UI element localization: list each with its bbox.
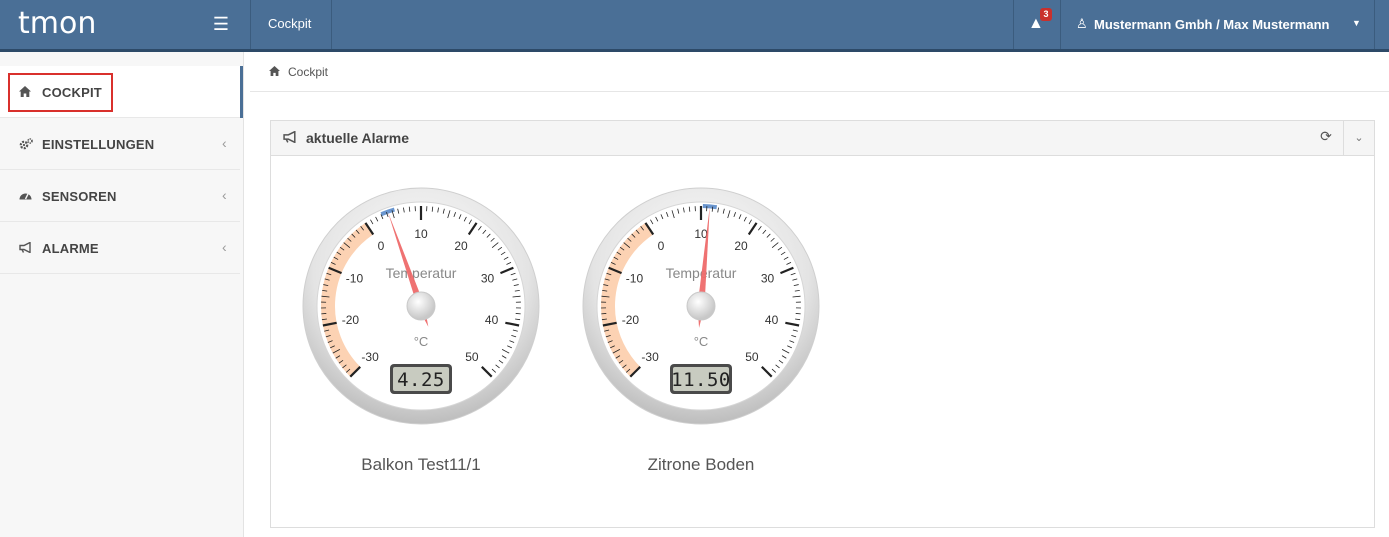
alarms-panel: aktuelle Alarme ⟳ ⌄ -30 -20 -10 0 10 20 30 40 50… [270, 120, 1375, 528]
user-menu-button[interactable]: ♙ Mustermann Gmbh / Max Mustermann ▼ [1062, 0, 1374, 49]
needle-knob [686, 291, 716, 321]
user-icon: ♙ [1076, 16, 1088, 31]
home-icon[interactable] [269, 66, 280, 79]
sidebar-item-label: SENSOREN [42, 189, 117, 204]
sidebar-item-label: COCKPIT [42, 85, 102, 100]
logo-text: tmon [18, 6, 97, 41]
top-navbar: tmon ☰ Cockpit ▲ 3 ♙ Mustermann Gmbh / M… [0, 0, 1389, 52]
tick-label: 40 [485, 313, 499, 327]
user-label: Mustermann Gmbh / Max Mustermann [1094, 17, 1330, 32]
divider [331, 0, 332, 49]
sidebar: COCKPIT EINSTELLUNGEN ‹ SENSOREN ‹ ALARM… [0, 52, 244, 537]
tick-label: 50 [745, 350, 759, 364]
sidebar-item-alarme[interactable]: ALARME ‹ [0, 222, 240, 274]
needle-knob [406, 291, 436, 321]
caret-down-icon: ▼ [1352, 18, 1361, 28]
divider [1013, 0, 1014, 49]
bullhorn-icon [19, 241, 33, 255]
sidebar-item-cockpit[interactable]: COCKPIT [0, 66, 240, 118]
tick-label: 50 [465, 350, 479, 364]
home-icon [19, 86, 31, 99]
gauge-unit: °C [694, 334, 709, 349]
divider [1060, 0, 1061, 49]
gauge-label: Balkon Test11/1 [361, 455, 481, 474]
divider [1374, 0, 1375, 49]
tick-label: -30 [361, 350, 379, 364]
tick-label: 0 [378, 239, 385, 253]
sidebar-item-sensoren[interactable]: SENSOREN ‹ [0, 170, 240, 222]
tick-label: -20 [622, 313, 640, 327]
tick-label: -10 [346, 271, 364, 285]
tick-label: -20 [342, 313, 360, 327]
gears-icon [19, 138, 33, 152]
tick-label: 0 [658, 239, 665, 253]
tick-label: -10 [626, 271, 644, 285]
gauge-title: Temperatur [386, 265, 457, 281]
temperature-gauge: -30 -20 -10 0 10 20 30 40 50 Temperatur °C 4.25 [302, 187, 540, 425]
dashboard-icon [19, 190, 32, 203]
alerts-badge: 3 [1040, 8, 1052, 21]
breadcrumb-item[interactable]: Cockpit [288, 65, 328, 79]
alerts-button[interactable]: ▲ 3 [1016, 0, 1060, 49]
sidebar-item-einstellungen[interactable]: EINSTELLUNGEN ‹ [0, 118, 240, 170]
divider [250, 0, 251, 49]
tick-label: 30 [481, 271, 495, 285]
sidebar-item-label: ALARME [42, 241, 99, 256]
sidebar-item-label: EINSTELLUNGEN [42, 137, 155, 152]
sidebar-scrollbar[interactable] [240, 66, 243, 118]
tick-label: 30 [761, 271, 775, 285]
breadcrumb: Cockpit [250, 52, 1389, 92]
page-title: Cockpit [268, 16, 312, 31]
collapse-button[interactable]: ⌄ [1343, 121, 1374, 156]
hamburger-icon[interactable]: ☰ [210, 13, 232, 35]
tick-label: -30 [641, 350, 659, 364]
refresh-icon[interactable]: ⟳ [1315, 128, 1337, 148]
lcd-value: 4.25 [397, 369, 445, 391]
chevron-left-icon: ‹ [222, 239, 227, 255]
tick-label: 20 [734, 239, 748, 253]
temperature-gauge: -30-20-1001020304050Temperatur°C11.50 [582, 187, 820, 425]
bullhorn-icon [283, 130, 298, 146]
gauge-unit: °C [414, 334, 429, 349]
panel-title: aktuelle Alarme [306, 130, 409, 146]
tick-label: 40 [765, 313, 779, 327]
lcd-value: 11.50 [671, 369, 731, 391]
chevron-left-icon: ‹ [222, 187, 227, 203]
gauge-label: Zitrone Boden [647, 455, 755, 474]
chevron-left-icon: ‹ [222, 135, 227, 151]
panel-header: aktuelle Alarme ⟳ ⌄ [271, 121, 1374, 156]
tick-label: 10 [414, 227, 428, 241]
tick-label: 20 [454, 239, 468, 253]
